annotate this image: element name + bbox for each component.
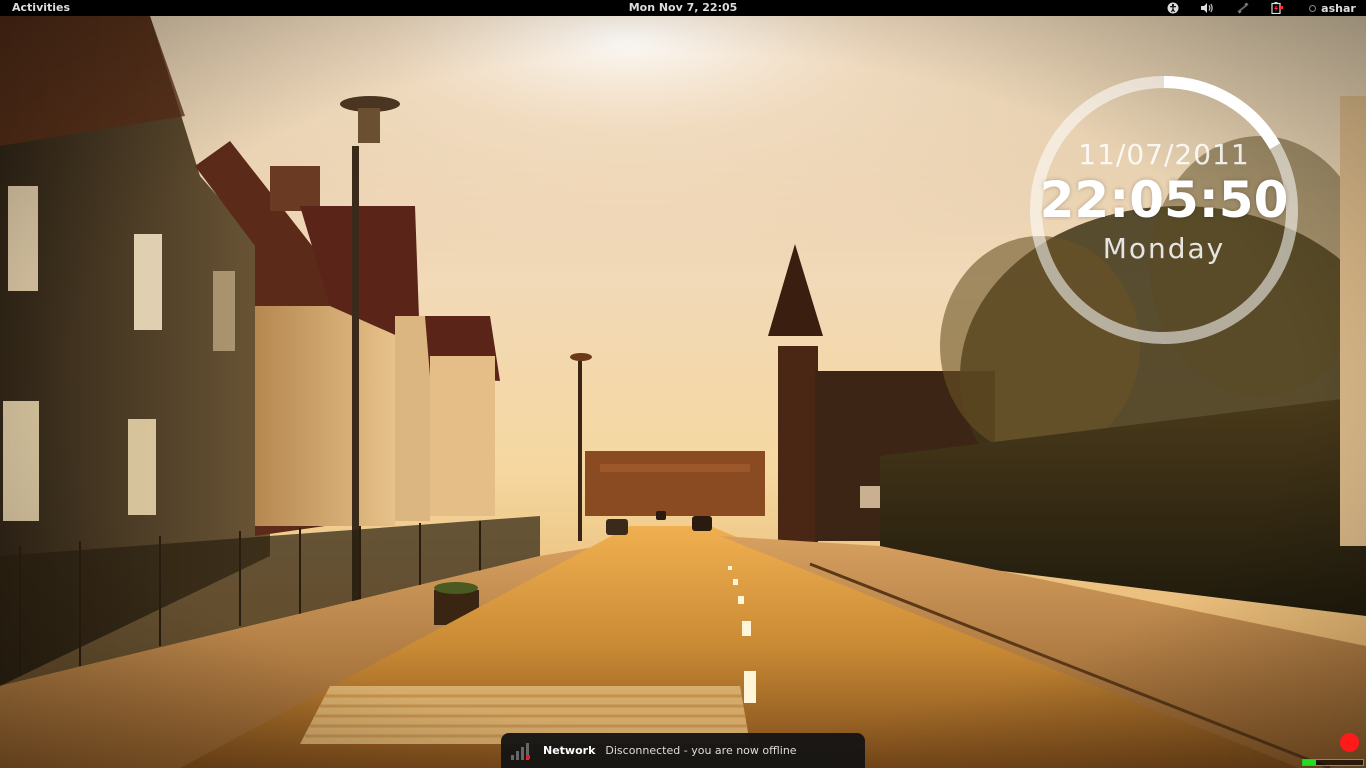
top-bar-clock-container: Mon Nov 7, 22:05 — [0, 1, 1366, 14]
network-notification[interactable]: Network Disconnected - you are now offli… — [501, 733, 865, 768]
activity-meter-fill — [1303, 760, 1317, 765]
seconds-progress-ring — [1163, 76, 1281, 150]
clock-widget: 11/07/2011 22:05:50 Monday — [1026, 72, 1302, 348]
clock-date: 11/07/2011 — [1078, 138, 1250, 171]
clock-time: 22:05:50 — [1039, 171, 1289, 229]
notification-title: Network — [543, 744, 596, 757]
network-icon[interactable] — [1235, 0, 1251, 16]
battery-icon[interactable] — [1269, 0, 1285, 16]
desktop: Activities Mon Nov 7, 22:05 ashar 11/07/… — [0, 0, 1366, 768]
activity-meter — [1302, 759, 1364, 766]
user-status-icon — [1309, 4, 1317, 12]
top-bar-clock[interactable]: Mon Nov 7, 22:05 — [629, 1, 738, 14]
message-tray-indicator[interactable] — [1340, 733, 1359, 752]
volume-icon[interactable] — [1199, 0, 1215, 16]
accessibility-icon[interactable] — [1165, 0, 1181, 16]
clock-day: Monday — [1102, 232, 1226, 265]
network-signal-offline-icon — [511, 742, 530, 760]
notification-body: Disconnected - you are now offline — [605, 744, 797, 757]
user-menu[interactable]: ashar — [1305, 0, 1360, 16]
activities-button[interactable]: Activities — [12, 1, 70, 14]
user-name: ashar — [1321, 1, 1356, 15]
top-bar: Activities Mon Nov 7, 22:05 ashar — [0, 0, 1366, 16]
